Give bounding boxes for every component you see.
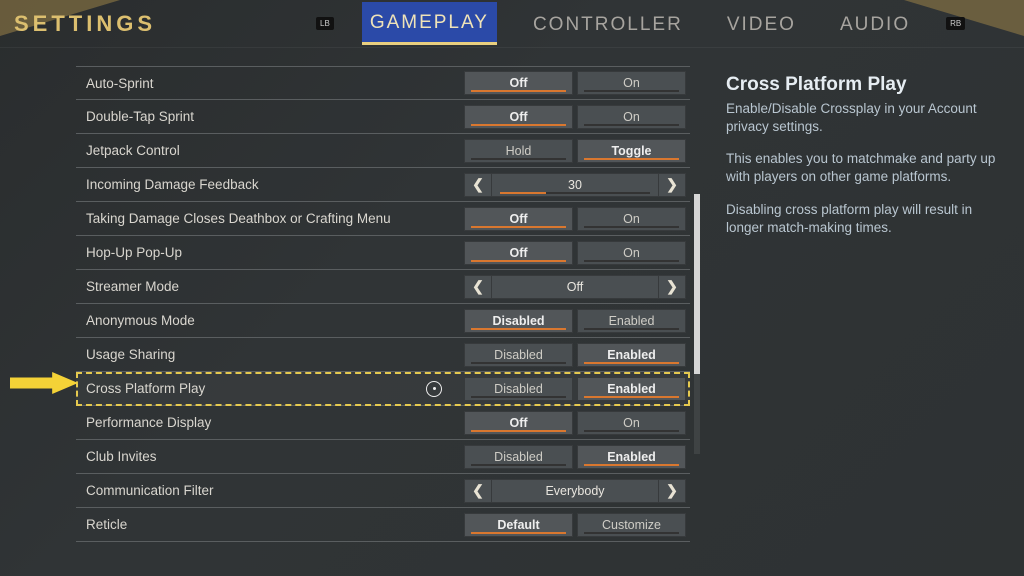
option-button[interactable]: Customize <box>577 513 686 537</box>
bumper-right-icon: RB <box>946 17 965 30</box>
setting-label: Jetpack Control <box>76 143 464 158</box>
setting-row[interactable]: Usage SharingDisabledEnabled <box>76 338 690 372</box>
option-button[interactable]: Disabled <box>464 377 573 401</box>
setting-row[interactable]: Incoming Damage Feedback❮30❯ <box>76 168 690 202</box>
setting-controls: ❮Everybody❯ <box>464 479 690 503</box>
chevron-left-icon[interactable]: ❮ <box>464 479 492 503</box>
setting-controls: DisabledEnabled <box>464 309 690 333</box>
option-button[interactable]: On <box>577 207 686 231</box>
callout-arrow <box>0 368 78 398</box>
option-button[interactable]: Default <box>464 513 573 537</box>
option-button[interactable]: Enabled <box>577 377 686 401</box>
option-button[interactable]: Disabled <box>464 309 573 333</box>
setting-label: Double-Tap Sprint <box>76 109 464 124</box>
page-title: SETTINGS <box>14 11 156 37</box>
option-button[interactable]: On <box>577 105 686 129</box>
tab-video[interactable]: VIDEO <box>719 4 804 44</box>
setting-label: Performance Display <box>76 415 464 430</box>
tab-audio[interactable]: AUDIO <box>832 4 918 44</box>
option-button[interactable]: Hold <box>464 139 573 163</box>
chevron-left-icon[interactable]: ❮ <box>464 173 492 197</box>
setting-controls: DefaultCustomize <box>464 513 690 537</box>
detail-panel: Cross Platform Play Enable/Disable Cross… <box>720 48 1024 556</box>
option-button[interactable]: Off <box>464 71 573 95</box>
setting-controls: OffOn <box>464 411 690 435</box>
option-button[interactable]: Off <box>464 241 573 265</box>
detail-text-1: Enable/Disable Crossplay in your Account… <box>726 100 1000 136</box>
setting-controls: ❮Off❯ <box>464 275 690 299</box>
chevron-right-icon[interactable]: ❯ <box>658 479 686 503</box>
setting-row[interactable]: Streamer Mode❮Off❯ <box>76 270 690 304</box>
option-button[interactable]: Disabled <box>464 445 573 469</box>
detail-text-2: This enables you to matchmake and party … <box>726 150 1000 186</box>
setting-row[interactable]: Hop-Up Pop-UpOffOn <box>76 236 690 270</box>
setting-row[interactable]: Double-Tap SprintOffOn <box>76 100 690 134</box>
bumper-left-icon: LB <box>316 17 334 30</box>
detail-text-3: Disabling cross platform play will resul… <box>726 201 1000 237</box>
cursor-icon <box>426 381 442 397</box>
setting-row[interactable]: Auto-SprintOffOn <box>76 66 690 100</box>
setting-controls: OffOn <box>464 241 690 265</box>
setting-row[interactable]: Cross Platform Play DisabledEnabled <box>76 372 690 406</box>
setting-controls: HoldToggle <box>464 139 690 163</box>
option-button[interactable]: On <box>577 241 686 265</box>
option-button[interactable]: Enabled <box>577 343 686 367</box>
setting-row[interactable]: Jetpack ControlHoldToggle <box>76 134 690 168</box>
setting-label: Club Invites <box>76 449 464 464</box>
detail-title: Cross Platform Play <box>726 72 1000 98</box>
option-button[interactable]: On <box>577 411 686 435</box>
setting-label: Anonymous Mode <box>76 313 464 328</box>
setting-row[interactable]: Taking Damage Closes Deathbox or Craftin… <box>76 202 690 236</box>
setting-controls: DisabledEnabled <box>464 343 690 367</box>
setting-label: Reticle <box>76 517 464 532</box>
stepper-value: Off <box>492 275 658 299</box>
chevron-right-icon[interactable]: ❯ <box>658 275 686 299</box>
setting-row[interactable]: Performance DisplayOffOn <box>76 406 690 440</box>
option-button[interactable]: Enabled <box>577 445 686 469</box>
option-button[interactable]: Off <box>464 105 573 129</box>
setting-label: Communication Filter <box>76 483 464 498</box>
setting-label: Auto-Sprint <box>76 76 464 91</box>
header-bar: SETTINGS LB GAMEPLAY CONTROLLER VIDEO AU… <box>0 0 1024 48</box>
setting-controls: DisabledEnabled <box>464 445 690 469</box>
setting-controls: ❮30❯ <box>464 173 690 197</box>
setting-controls: OffOn <box>464 71 690 95</box>
setting-row[interactable]: Communication Filter❮Everybody❯ <box>76 474 690 508</box>
option-button[interactable]: Off <box>464 411 573 435</box>
setting-label: Usage Sharing <box>76 347 464 362</box>
option-button[interactable]: Enabled <box>577 309 686 333</box>
setting-label: Hop-Up Pop-Up <box>76 245 464 260</box>
stepper-value: 30 <box>492 173 658 197</box>
arrow-icon <box>10 372 78 394</box>
scrollbar-thumb[interactable] <box>694 194 700 374</box>
tab-controller[interactable]: CONTROLLER <box>525 4 691 44</box>
option-button[interactable]: Toggle <box>577 139 686 163</box>
setting-label: Taking Damage Closes Deathbox or Craftin… <box>76 211 464 226</box>
tab-strip: LB GAMEPLAY CONTROLLER VIDEO AUDIO RB <box>316 0 965 47</box>
setting-controls: DisabledEnabled <box>464 377 690 401</box>
setting-label: Incoming Damage Feedback <box>76 177 464 192</box>
setting-row[interactable]: ReticleDefaultCustomize <box>76 508 690 542</box>
setting-row[interactable]: Club InvitesDisabledEnabled <box>76 440 690 474</box>
settings-list: Auto-SprintOffOnDouble-Tap SprintOffOnJe… <box>76 66 690 556</box>
setting-label: Streamer Mode <box>76 279 464 294</box>
setting-controls: OffOn <box>464 207 690 231</box>
tab-gameplay[interactable]: GAMEPLAY <box>362 2 497 45</box>
setting-row[interactable]: Anonymous ModeDisabledEnabled <box>76 304 690 338</box>
scrollbar-track[interactable] <box>694 194 700 454</box>
option-button[interactable]: Disabled <box>464 343 573 367</box>
stepper-value: Everybody <box>492 479 658 503</box>
option-button[interactable]: On <box>577 71 686 95</box>
setting-controls: OffOn <box>464 105 690 129</box>
chevron-right-icon[interactable]: ❯ <box>658 173 686 197</box>
setting-label: Cross Platform Play <box>76 381 426 396</box>
option-button[interactable]: Off <box>464 207 573 231</box>
chevron-left-icon[interactable]: ❮ <box>464 275 492 299</box>
